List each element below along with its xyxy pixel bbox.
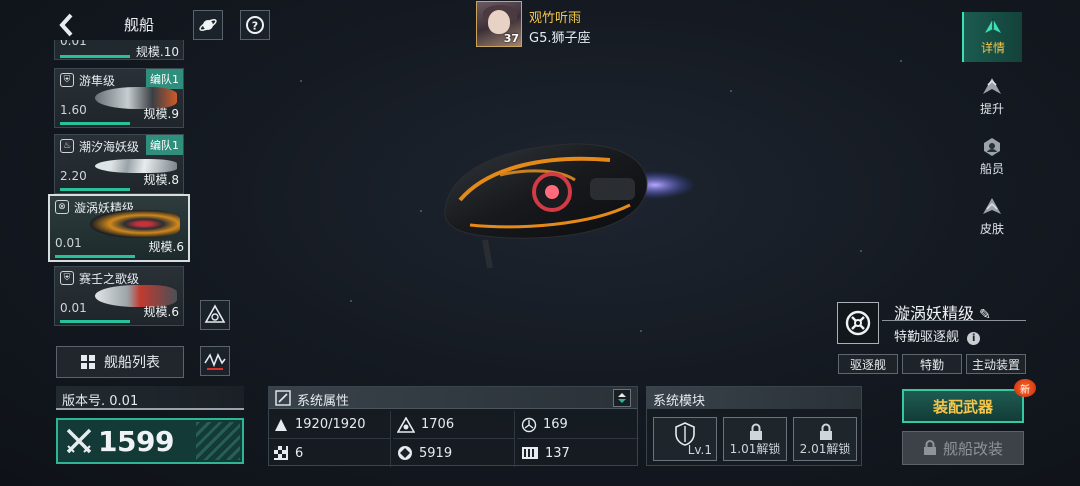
speed-icon	[522, 447, 538, 459]
card-progress-bar	[60, 122, 130, 125]
chevron-left-icon	[59, 13, 73, 37]
player-level: 37	[503, 32, 519, 45]
new-badge: 新	[1014, 379, 1036, 397]
modules-title: 系统模块	[647, 387, 861, 409]
card-progress-bar	[60, 320, 130, 323]
attr-flag: 6	[269, 439, 391, 467]
crosshair-icon	[845, 310, 871, 336]
attr-hull: 1920/1920	[269, 411, 391, 439]
system-attributes-panel: 系统属性 1920/1920 1706 169 6 5919 137	[268, 386, 639, 467]
crosshair-class-icon: ⊗	[55, 200, 69, 214]
ship-card[interactable]: ♨ 潮汐海妖级 编队1 2.20 规模.8	[54, 134, 184, 194]
flag-icon	[274, 446, 288, 460]
nav-details[interactable]: 详情	[962, 12, 1022, 62]
tag-special: 特勤	[902, 354, 962, 374]
lock-icon	[820, 423, 832, 440]
ship-modify-button[interactable]: 舰船改装	[902, 431, 1024, 465]
crew-icon	[984, 138, 1000, 156]
fleet-filter-button[interactable]	[200, 300, 230, 330]
shield-class-icon: ⛨	[60, 271, 74, 285]
planet-button[interactable]	[193, 10, 223, 40]
expand-toggle-button[interactable]	[613, 389, 631, 407]
ship-model-image	[444, 143, 695, 269]
grid-icon	[81, 355, 95, 369]
ship-card-selected[interactable]: ⊗ 漩涡妖精级 0.01 规模.6	[48, 194, 190, 262]
fleet-icon	[204, 304, 226, 323]
team-badge: 编队1	[146, 135, 183, 155]
player-avatar[interactable]: 37	[476, 1, 522, 47]
attributes-title: 系统属性	[297, 394, 350, 409]
module-slot-3[interactable]: 2.01解锁	[793, 417, 857, 461]
ship-details-icon	[985, 19, 1001, 33]
attr-target: 5919	[393, 439, 515, 467]
ship-type-icon	[837, 302, 879, 344]
equip-weapon-button[interactable]: 装配武器	[902, 389, 1024, 423]
version-label: 版本号. 0.01	[56, 386, 244, 410]
ship-card-partial[interactable]: 0.01 规模.10	[54, 40, 184, 60]
ship-list-button[interactable]: 舰船列表	[56, 346, 184, 378]
ship-model-view[interactable]	[440, 130, 700, 270]
attr-speed: 137	[517, 439, 639, 467]
ship-subtype-row: 特勤驱逐舰 i	[894, 326, 981, 345]
skin-icon	[983, 198, 1001, 214]
module-slot-2[interactable]: 1.01解锁	[723, 417, 787, 461]
stats-button[interactable]	[200, 346, 230, 376]
nav-upgrade[interactable]: 提升	[962, 72, 1022, 122]
upgrade-icon	[983, 78, 1001, 94]
divider	[882, 320, 1026, 321]
question-icon: ?	[246, 16, 264, 34]
armor-icon	[397, 416, 415, 433]
nav-skins[interactable]: 皮肤	[962, 192, 1022, 242]
player-rank: G5.狮子座	[529, 31, 591, 46]
card-scale: 规模.10	[135, 45, 179, 59]
updown-arrows-icon	[618, 393, 626, 403]
card-progress-bar	[55, 255, 135, 258]
lock-icon	[923, 440, 936, 455]
ship-subtype: 特勤驱逐舰	[894, 330, 960, 345]
power-panel: 1599	[56, 418, 244, 464]
hull-icon	[275, 418, 287, 431]
ship-card[interactable]: ⛨ 赛壬之歌级 0.01 规模.6	[54, 266, 184, 326]
flame-class-icon: ♨	[60, 139, 74, 153]
help-button[interactable]: ?	[240, 10, 270, 40]
svg-text:?: ?	[252, 20, 258, 33]
page-title: 舰船	[124, 16, 155, 34]
shield-icon	[521, 417, 537, 432]
back-button[interactable]	[56, 12, 80, 38]
system-modules-panel: 系统模块 Lv.1 1.01解锁 2.01解锁	[646, 386, 862, 466]
attr-armor: 1706	[393, 411, 515, 439]
tag-destroyer: 驱逐舰	[838, 354, 898, 374]
crossed-swords-icon	[66, 428, 92, 454]
target-icon	[398, 446, 412, 460]
power-value: 1599	[98, 424, 174, 458]
lock-icon	[750, 423, 762, 440]
planet-icon	[199, 19, 217, 31]
ship-card[interactable]: ⛨ 游隼级 编队1 1.60 规模.9	[54, 68, 184, 128]
card-progress-bar	[60, 188, 130, 191]
shield-class-icon: ⛨	[60, 73, 74, 87]
player-name: 观竹听雨	[529, 11, 582, 26]
team-badge: 编队1	[146, 69, 183, 89]
ship-thumbnail	[90, 210, 180, 238]
wave-icon	[204, 353, 226, 370]
attr-shield: 169	[517, 411, 639, 439]
module-slot-1[interactable]: Lv.1	[653, 417, 717, 461]
info-icon[interactable]: i	[967, 332, 981, 345]
tag-active-device: 主动装置	[966, 354, 1026, 374]
nav-crew[interactable]: 船员	[962, 132, 1022, 182]
attributes-icon	[275, 390, 291, 406]
